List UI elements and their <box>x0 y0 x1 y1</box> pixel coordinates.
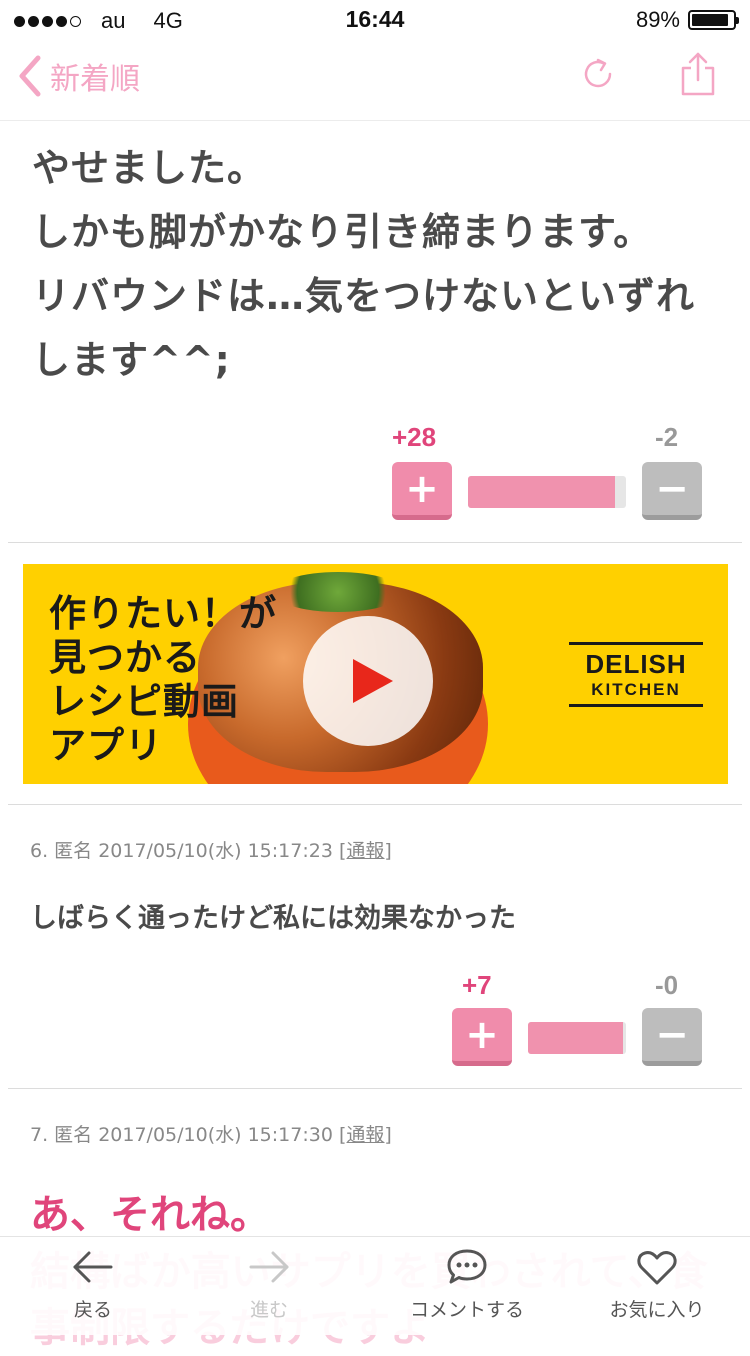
ad-headline: 作りたい！が 見つかる レシピ動画 アプリ <box>49 592 277 768</box>
arrow-left-icon <box>73 1251 113 1283</box>
garnish-image <box>273 572 403 612</box>
plus-vote-button[interactable]: + <box>452 1008 512 1066</box>
post-line: します^^; <box>32 338 231 382</box>
comment-meta-text: 6. 匿名 2017/05/10(水) 15:17:23 <box>30 840 333 862</box>
minus-count: -2 <box>655 422 679 452</box>
divider <box>8 804 742 805</box>
comment-meta: 7. 匿名 2017/05/10(水) 15:17:30 [通報] <box>30 1120 392 1147</box>
arrow-right-icon <box>249 1251 289 1283</box>
logo-sub: KITCHEN <box>591 680 681 699</box>
heart-icon <box>637 1251 677 1285</box>
post-line: リバウンドは…気をつけないといずれ <box>32 274 696 318</box>
comment-tab-button[interactable]: コメントする <box>392 1247 542 1322</box>
divider <box>8 542 742 543</box>
status-right: 89% <box>635 7 739 33</box>
bottom-toolbar: 戻る 進む コメントする お気に入り <box>0 1236 750 1335</box>
plus-icon: + <box>405 465 439 512</box>
post-body: やせました。 しかも脚がかなり引き締まります。 リバウンドは…気をつけないといず… <box>32 136 722 392</box>
minus-vote-button[interactable]: − <box>642 462 702 520</box>
battery-icon <box>688 10 739 30</box>
vote-ratio-bar <box>468 476 626 508</box>
logo-main: DELISH <box>585 649 687 679</box>
play-button[interactable] <box>303 616 433 746</box>
battery-percent: 89% <box>635 7 680 32</box>
report-link[interactable]: [通報] <box>339 840 392 862</box>
minus-count: -0 <box>655 970 679 1000</box>
comment-text: しばらく通ったけど私には効果なかった <box>30 903 516 934</box>
vote-ratio-bar <box>528 1022 626 1054</box>
plus-vote-button[interactable]: + <box>392 462 452 520</box>
comment-meta: 6. 匿名 2017/05/10(水) 15:17:23 [通報] <box>30 836 392 863</box>
comment-meta-text: 7. 匿名 2017/05/10(水) 15:17:30 <box>30 1124 333 1146</box>
tab-label: 進む <box>249 1299 288 1321</box>
chevron-left-icon <box>19 55 41 97</box>
minus-icon: − <box>655 1011 689 1058</box>
ad-line: 見つかる <box>49 636 201 679</box>
tab-label: 戻る <box>73 1299 112 1321</box>
minus-vote-button[interactable]: − <box>642 1008 702 1066</box>
refresh-icon[interactable] <box>578 54 618 94</box>
tab-label: お気に入り <box>609 1299 705 1321</box>
vote-ratio-fill <box>468 476 615 508</box>
status-bar: au 4G 16:44 89% <box>0 0 750 40</box>
back-label: 新着順 <box>50 62 140 97</box>
plus-icon: + <box>465 1011 499 1058</box>
comment-highlight: あ、それね。 <box>30 1192 270 1238</box>
back-to-new-button[interactable]: 新着順 <box>16 54 140 98</box>
post-line: しかも脚がかなり引き締まります。 <box>32 210 653 254</box>
plus-count: +28 <box>392 422 437 452</box>
brand-logo: DELISH KITCHEN <box>569 642 703 707</box>
post-line: やせました。 <box>32 146 267 190</box>
divider <box>8 1088 742 1089</box>
play-icon <box>353 659 393 703</box>
back-tab-button[interactable]: 戻る <box>18 1247 168 1322</box>
share-icon[interactable] <box>678 50 718 98</box>
speech-bubble-icon <box>447 1249 487 1284</box>
minus-icon: − <box>655 465 689 512</box>
ad-banner[interactable]: 作りたい！が 見つかる レシピ動画 アプリ DELISH KITCHEN <box>23 564 728 784</box>
vote-ratio-fill <box>528 1022 624 1054</box>
tab-label: コメントする <box>409 1299 524 1321</box>
forward-tab-button[interactable]: 進む <box>194 1247 344 1322</box>
plus-count: +7 <box>462 970 492 1000</box>
ad-line: アプリ <box>49 724 163 767</box>
ad-line: 作りたい！が <box>49 592 277 635</box>
navigation-bar: 新着順 <box>0 40 750 121</box>
report-link[interactable]: [通報] <box>339 1124 392 1146</box>
favorite-tab-button[interactable]: お気に入り <box>582 1247 732 1322</box>
ad-line: レシピ動画 <box>49 680 239 723</box>
